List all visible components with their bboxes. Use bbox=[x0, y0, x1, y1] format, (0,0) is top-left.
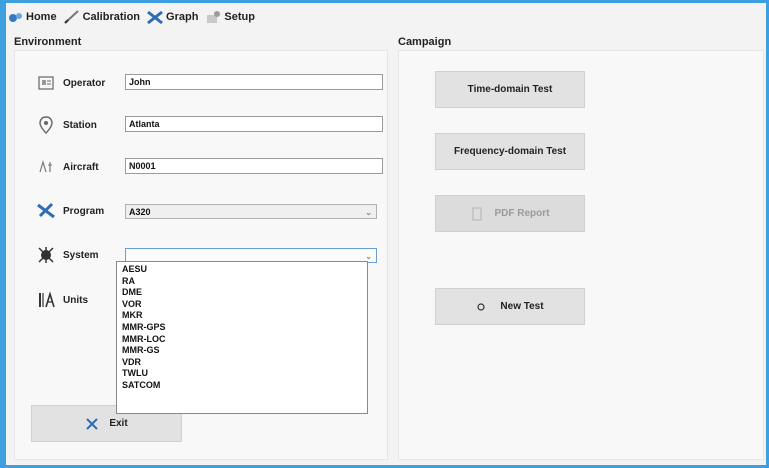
graph-icon bbox=[147, 10, 163, 25]
operator-row: Operator bbox=[35, 72, 121, 94]
aircraft-input[interactable] bbox=[125, 158, 383, 174]
operator-label: Operator bbox=[63, 77, 106, 89]
airplane-icon bbox=[35, 200, 57, 222]
new-test-label: New Test bbox=[500, 301, 544, 312]
campaign-title: Campaign bbox=[398, 36, 452, 48]
system-row: System bbox=[35, 244, 121, 266]
time-domain-test-button[interactable]: Time-domain Test bbox=[435, 71, 585, 108]
units-label: Units bbox=[63, 294, 88, 306]
pdf-report-button[interactable]: PDF Report bbox=[435, 195, 585, 232]
operator-icon bbox=[35, 72, 57, 94]
list-item[interactable]: VOR bbox=[117, 299, 367, 311]
location-pin-icon bbox=[35, 114, 57, 136]
list-item[interactable]: DME bbox=[117, 287, 367, 299]
close-icon bbox=[86, 417, 99, 430]
tab-calibration[interactable]: Calibration bbox=[61, 6, 142, 28]
aircraft-row: Aircraft bbox=[35, 156, 121, 178]
operator-input[interactable] bbox=[125, 74, 383, 90]
system-label: System bbox=[63, 249, 99, 261]
exit-label: Exit bbox=[109, 418, 128, 429]
station-label: Station bbox=[63, 119, 97, 131]
list-item[interactable]: AESU bbox=[117, 264, 367, 276]
tab-calibration-label: Calibration bbox=[82, 11, 141, 23]
list-item[interactable]: TWLU bbox=[117, 368, 367, 380]
system-icon bbox=[35, 244, 57, 266]
aircraft-icon bbox=[35, 156, 57, 178]
list-item[interactable]: MMR-GS bbox=[117, 345, 367, 357]
units-row: Units bbox=[35, 289, 121, 311]
tab-setup[interactable]: Setup bbox=[202, 6, 257, 28]
home-icon bbox=[9, 13, 22, 22]
document-icon bbox=[471, 206, 482, 221]
circle-icon bbox=[477, 302, 486, 311]
setup-icon bbox=[207, 11, 221, 23]
list-item[interactable]: RA bbox=[117, 276, 367, 288]
program-label: Program bbox=[63, 205, 105, 217]
station-input[interactable] bbox=[125, 116, 383, 132]
tab-home[interactable]: Home bbox=[6, 6, 59, 28]
tab-graph[interactable]: Graph bbox=[144, 6, 200, 28]
list-item[interactable]: VDR bbox=[117, 357, 367, 369]
station-row: Station bbox=[35, 114, 121, 136]
environment-title: Environment bbox=[14, 36, 82, 48]
list-item[interactable]: SATCOM bbox=[117, 380, 367, 392]
chevron-down-icon: ⌄ bbox=[365, 208, 372, 217]
list-item[interactable]: MMR-LOC bbox=[117, 334, 367, 346]
aircraft-label: Aircraft bbox=[63, 161, 99, 173]
system-dropdown-list[interactable]: AESU RA DME VOR MKR MMR-GPS MMR-LOC MMR-… bbox=[116, 261, 368, 414]
list-item[interactable]: MMR-GPS bbox=[117, 322, 367, 334]
new-test-button[interactable]: New Test bbox=[435, 288, 585, 325]
list-item[interactable]: MKR bbox=[117, 310, 367, 322]
tab-setup-label: Setup bbox=[224, 11, 255, 23]
program-select[interactable]: A320 ⌄ bbox=[125, 204, 377, 219]
campaign-panel: Time-domain Test Frequency-domain Test P… bbox=[398, 50, 764, 460]
program-row: Program bbox=[35, 200, 121, 222]
tab-graph-label: Graph bbox=[166, 11, 199, 23]
app-window: Home Calibration Graph Setup Environment bbox=[6, 3, 766, 465]
tab-home-label: Home bbox=[26, 11, 57, 23]
time-domain-test-label: Time-domain Test bbox=[467, 84, 553, 95]
pen-icon bbox=[63, 10, 79, 24]
units-icon bbox=[35, 289, 57, 311]
frequency-domain-test-button[interactable]: Frequency-domain Test bbox=[435, 133, 585, 170]
program-value: A320 bbox=[129, 207, 151, 217]
tab-bar: Home Calibration Graph Setup bbox=[6, 3, 766, 31]
pdf-report-label: PDF Report bbox=[494, 208, 550, 219]
frequency-domain-test-label: Frequency-domain Test bbox=[453, 146, 567, 157]
